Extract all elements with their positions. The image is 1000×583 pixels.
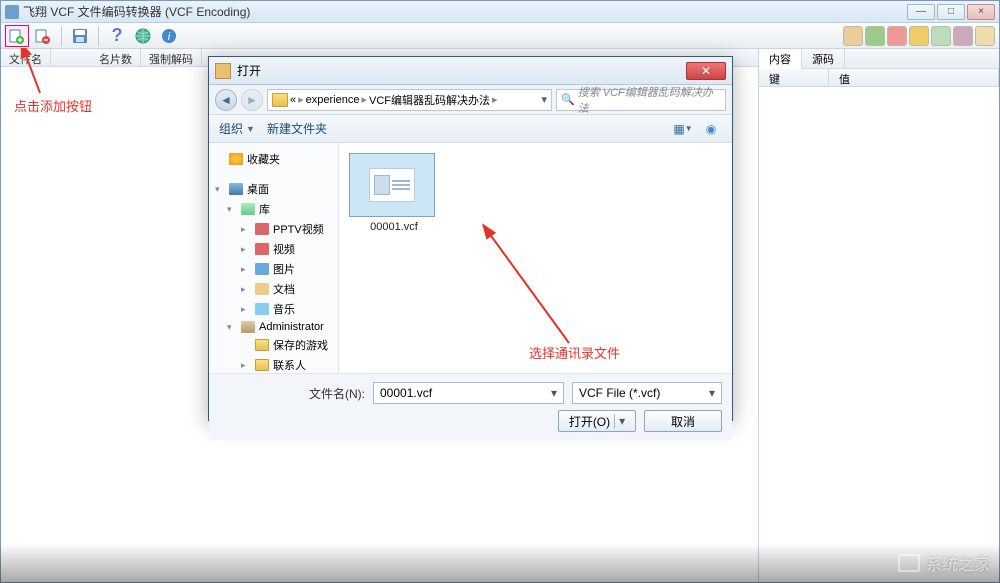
watermark: 系统之家 bbox=[898, 551, 990, 575]
col-key[interactable]: 键 bbox=[759, 69, 829, 86]
add-button[interactable] bbox=[5, 25, 29, 47]
info-button[interactable]: i bbox=[157, 25, 181, 47]
dialog-title: 打开 bbox=[237, 62, 261, 79]
dialog-bottom: 文件名(N): 00001.vcf▾ VCF File (*.vcf)▾ 打开(… bbox=[209, 373, 732, 440]
filename-input[interactable]: 00001.vcf▾ bbox=[373, 382, 564, 404]
dialog-toolbar: 组织 ▼ 新建文件夹 ▦ ▼ ◉ bbox=[209, 115, 732, 143]
ri-3[interactable] bbox=[887, 26, 907, 46]
file-list[interactable]: 00001.vcf 选择通讯录文件 bbox=[339, 143, 732, 373]
col-cardcount[interactable]: 名片数 bbox=[91, 49, 141, 66]
folder-icon bbox=[215, 63, 231, 79]
help-icon[interactable]: ◉ bbox=[700, 119, 722, 139]
nav-back-button[interactable]: ◄ bbox=[215, 89, 237, 111]
organize-menu[interactable]: 组织 ▼ bbox=[219, 120, 255, 137]
path-part-1[interactable]: experience bbox=[306, 94, 360, 106]
minimize-button[interactable]: — bbox=[907, 4, 935, 20]
close-button[interactable]: × bbox=[967, 4, 995, 20]
ri-1[interactable] bbox=[843, 26, 863, 46]
nav-forward-button[interactable]: ► bbox=[241, 89, 263, 111]
tree-favorites[interactable]: 收藏夹 bbox=[213, 149, 334, 169]
col-value[interactable]: 值 bbox=[829, 69, 999, 86]
web-button[interactable] bbox=[131, 25, 155, 47]
file-item[interactable]: 00001.vcf bbox=[349, 153, 439, 233]
dialog-nav: ◄ ► « ▸ experience ▸ VCF编辑器乱码解决办法 ▸ ▾ 🔍 … bbox=[209, 85, 732, 115]
arrow-add-annotation bbox=[20, 48, 60, 98]
new-folder-button[interactable]: 新建文件夹 bbox=[267, 120, 327, 137]
dialog-body: 收藏夹 ▾桌面 ▾库 ▸PPTV视频 ▸视频 ▸图片 ▸文档 ▸音乐 ▾Admi… bbox=[209, 143, 732, 373]
annotation-add-button: 点击添加按钮 bbox=[14, 96, 92, 115]
watermark-text: 系统之家 bbox=[926, 551, 990, 575]
chevron-right-icon: ▸ bbox=[492, 93, 498, 106]
folder-tree: 收藏夹 ▾桌面 ▾库 ▸PPTV视频 ▸视频 ▸图片 ▸文档 ▸音乐 ▾Admi… bbox=[209, 143, 339, 373]
ri-2[interactable] bbox=[865, 26, 885, 46]
help-button[interactable]: ? bbox=[105, 25, 129, 47]
tree-documents[interactable]: ▸文档 bbox=[213, 279, 334, 299]
tree-administrator[interactable]: ▾Administrator bbox=[213, 319, 334, 335]
cancel-button[interactable]: 取消 bbox=[644, 410, 722, 432]
tree-desktop[interactable]: ▾桌面 bbox=[213, 179, 334, 199]
file-name: 00001.vcf bbox=[349, 221, 439, 233]
maximize-button[interactable]: □ bbox=[937, 4, 965, 20]
right-panel-tabs: 内容 源码 bbox=[759, 49, 999, 69]
watermark-icon bbox=[898, 554, 920, 572]
arrow-annotation bbox=[479, 223, 579, 353]
filename-label: 文件名(N): bbox=[309, 385, 365, 402]
chevron-right-icon: ▸ bbox=[298, 93, 304, 106]
chevron-right-icon: ▸ bbox=[361, 93, 367, 106]
search-input[interactable]: 🔍 搜索 VCF编辑器乱码解决办法 bbox=[556, 89, 726, 111]
path-dropdown-icon[interactable]: ▾ bbox=[541, 93, 547, 106]
tab-source[interactable]: 源码 bbox=[802, 49, 845, 68]
remove-button[interactable] bbox=[31, 25, 55, 47]
main-titlebar: 飞翔 VCF 文件编码转换器 (VCF Encoding) — □ × bbox=[1, 1, 999, 23]
tree-library[interactable]: ▾库 bbox=[213, 199, 334, 219]
ri-5[interactable] bbox=[931, 26, 951, 46]
ri-4[interactable] bbox=[909, 26, 929, 46]
col-forcedecode[interactable]: 强制解码 bbox=[141, 49, 202, 66]
search-icon: 🔍 bbox=[561, 93, 575, 106]
filetype-filter[interactable]: VCF File (*.vcf)▾ bbox=[572, 382, 722, 404]
right-panel: 内容 源码 键 值 bbox=[759, 49, 999, 582]
app-icon bbox=[5, 5, 19, 19]
ri-6[interactable] bbox=[953, 26, 973, 46]
path-part-2[interactable]: VCF编辑器乱码解决办法 bbox=[369, 92, 490, 108]
tree-pictures[interactable]: ▸图片 bbox=[213, 259, 334, 279]
window-title: 飞翔 VCF 文件编码转换器 (VCF Encoding) bbox=[23, 3, 250, 20]
tree-music[interactable]: ▸音乐 bbox=[213, 299, 334, 319]
right-panel-columns: 键 值 bbox=[759, 69, 999, 87]
ri-7[interactable] bbox=[975, 26, 995, 46]
dialog-titlebar: 打开 ✕ bbox=[209, 57, 732, 85]
open-file-dialog: 打开 ✕ ◄ ► « ▸ experience ▸ VCF编辑器乱码解决办法 ▸… bbox=[208, 56, 733, 421]
open-button[interactable]: 打开(O)▾ bbox=[558, 410, 636, 432]
main-toolbar: ? i bbox=[1, 23, 999, 49]
annotation-select-file: 选择通讯录文件 bbox=[529, 343, 620, 362]
save-button[interactable] bbox=[68, 25, 92, 47]
search-placeholder: 搜索 VCF编辑器乱码解决办法 bbox=[578, 84, 721, 116]
view-mode-button[interactable]: ▦ ▼ bbox=[672, 119, 694, 139]
tab-content[interactable]: 内容 bbox=[759, 49, 802, 69]
right-toolbar-icons bbox=[843, 26, 995, 46]
tree-video[interactable]: ▸视频 bbox=[213, 239, 334, 259]
tree-contacts[interactable]: ▸联系人 bbox=[213, 355, 334, 373]
folder-icon bbox=[272, 93, 288, 107]
tree-pptv[interactable]: ▸PPTV视频 bbox=[213, 219, 334, 239]
path-part-0[interactable]: « bbox=[290, 94, 296, 106]
address-bar[interactable]: « ▸ experience ▸ VCF编辑器乱码解决办法 ▸ ▾ bbox=[267, 89, 552, 111]
dialog-close-button[interactable]: ✕ bbox=[686, 62, 726, 80]
tree-saved-games[interactable]: 保存的游戏 bbox=[213, 335, 334, 355]
